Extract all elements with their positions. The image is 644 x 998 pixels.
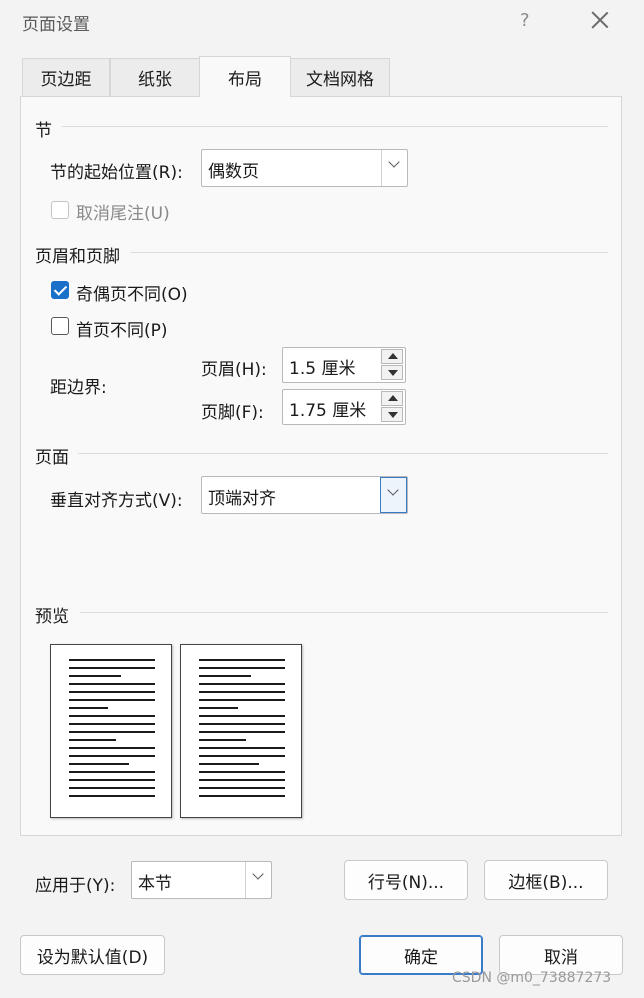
section-heading: 节 [35,121,52,141]
tab-layout[interactable]: 布局 [199,56,291,97]
footer-distance-value: 1.75 厘米 [289,401,367,421]
section-start-value: 偶数页 [208,162,259,182]
cancel-button[interactable]: 取消 [499,935,623,975]
vertical-align-value: 顶端对齐 [208,489,276,509]
tab-paper[interactable]: 纸张 [110,58,200,96]
vertical-align-select[interactable]: 顶端对齐 [201,476,408,514]
ok-button[interactable]: 确定 [359,935,483,975]
chevron-down-icon[interactable] [380,477,407,513]
preview-page-left [50,644,172,818]
header-footer-heading: 页眉和页脚 [35,247,120,267]
header-distance-value: 1.5 厘米 [289,359,356,379]
chevron-down-icon[interactable] [245,862,272,898]
title-bar [0,0,644,46]
help-icon[interactable]: ? [520,10,530,31]
apply-to-label: 应用于(Y): [35,876,116,896]
suppress-endnotes-checkbox[interactable] [51,201,69,219]
odd-even-checkbox[interactable] [51,281,69,299]
spin-up-icon[interactable] [381,349,403,364]
spin-down-icon[interactable] [381,365,403,380]
divider [80,612,608,613]
tab-doc-grid[interactable]: 文档网格 [290,58,390,96]
chevron-down-icon[interactable] [381,150,408,186]
footer-distance-spinner: 1.75 厘米 [282,389,406,425]
spin-up-icon[interactable] [381,391,403,406]
section-start-label: 节的起始位置(R): [50,163,183,183]
odd-even-label: 奇偶页不同(O) [76,285,188,305]
suppress-endnotes-label: 取消尾注(U) [76,204,170,224]
from-edge-label: 距边界: [50,378,107,398]
dialog-title: 页面设置 [22,15,90,35]
first-page-checkbox[interactable] [51,317,69,335]
divider [78,453,608,454]
footer-distance-label: 页脚(F): [201,403,264,423]
preview-text-lines [69,659,155,803]
header-distance-label: 页眉(H): [201,360,267,380]
spin-down-icon[interactable] [381,407,403,422]
apply-to-select[interactable]: 本节 [131,861,272,899]
page-setup-dialog: 页面设置 ? 页边距 纸张 布局 文档网格 节 节的起始位置(R): 偶数页 取… [0,0,644,998]
borders-button[interactable]: 边框(B)... [484,860,608,900]
header-distance-spinner: 1.5 厘米 [282,347,406,383]
section-start-select[interactable]: 偶数页 [201,149,408,187]
divider [130,252,608,253]
preview-text-lines [199,659,285,803]
preview-page-right [180,644,302,818]
line-numbers-button[interactable]: 行号(N)... [344,860,468,900]
tab-margins[interactable]: 页边距 [22,58,110,96]
watermark: CSDN @m0_73887273 [452,970,612,986]
apply-to-value: 本节 [138,874,172,894]
first-page-label: 首页不同(P) [76,321,168,341]
page-heading: 页面 [35,448,69,468]
divider [62,126,608,127]
preview-heading: 预览 [35,607,69,627]
close-icon[interactable] [586,6,614,34]
vertical-align-label: 垂直对齐方式(V): [50,491,183,511]
set-default-button[interactable]: 设为默认值(D) [20,935,165,975]
